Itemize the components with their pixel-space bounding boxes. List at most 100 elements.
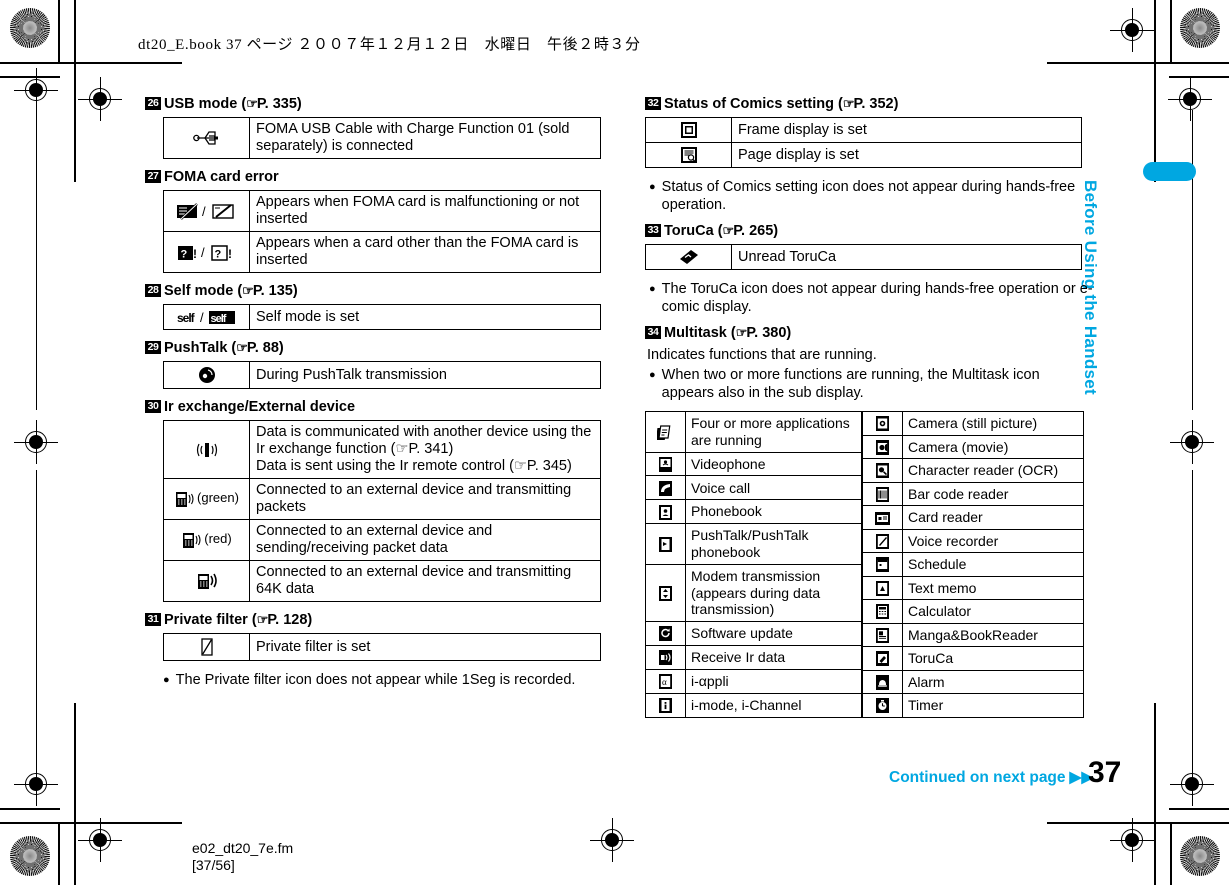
icon-color-label: (green) [197,490,239,506]
note-text: The Private filter icon does not appear … [175,672,576,688]
table-row: Bar code reader [862,481,1084,506]
row-description: Software update [685,621,862,646]
section-heading-private-filter: 31 Private filter (☞P. 128) [145,612,610,628]
external-device-red-icon: (red) [163,519,250,561]
row-description: Modem transmission (appears during data … [685,563,862,623]
row-description: ToruCa [902,646,1084,671]
section-title: Self mode (☞P. 135) [164,283,298,299]
svg-text:/: / [201,245,205,260]
page-display-icon [645,142,732,168]
table-row: Alarm [862,669,1084,694]
hand-pointer-icon: ☞ [246,96,258,111]
camera-still-icon [862,411,903,436]
table-row: Four or more applications are running [645,411,862,453]
videophone-icon [645,451,686,477]
row-description: Timer [902,693,1084,718]
section-badge: 29 [145,341,161,354]
registration-starburst [10,836,50,876]
section-heading-usb-mode: 26 USB mode (☞P. 335) [145,96,610,112]
table-row: Voice call [645,475,862,501]
receive-ir-icon [645,644,686,670]
section-title: Ir exchange/External device [164,399,356,415]
bullet-icon: ● [649,283,656,295]
row-description: PushTalk/PushTalk phonebook [685,523,862,565]
schedule-icon [862,552,903,577]
four-apps-icon [645,411,686,453]
toruca-unread-icon [645,244,732,270]
hand-pointer-icon: ☞ [256,612,269,627]
table-row: Connected to an external device and tran… [163,560,601,602]
phonebook-icon [645,499,686,525]
registration-target [1110,8,1154,52]
section-heading-multitask: 34 Multitask (☞P. 380) [645,325,1090,341]
table-row: α i-αppli [645,668,862,694]
table-row: Unread ToruCa [645,244,1082,270]
row-description: Card reader [902,505,1084,530]
table-comics-setting: Frame display is set Page display is set [645,117,1082,168]
row-description: Manga&BookReader [902,622,1084,647]
page-number: 37 [1088,756,1122,789]
print-slug-header: dt20_E.book 37 ページ ２００７年１２月１２日 水曜日 午後２時３… [138,37,641,53]
section-badge: 30 [145,400,161,413]
svg-text:self: self [177,311,196,325]
table-row: FOMA USB Cable with Charge Function 01 (… [163,117,601,159]
note-text: The ToruCa icon does not appear during h… [661,281,1093,315]
frame-display-icon [645,117,732,143]
section-heading-self-mode: 28 Self mode (☞P. 135) [145,283,610,299]
section-heading-foma-card-error: 27 FOMA card error [145,169,610,185]
registration-starburst [1180,8,1220,48]
row-description: Appears when a card other than the FOMA … [249,231,601,273]
row-description: Camera (movie) [902,434,1084,459]
ir-exchange-icon [163,420,250,479]
foma-card-error-icon: / [163,190,250,232]
registration-target [590,818,634,862]
barcode-icon [862,481,903,506]
table-row: Private filter is set [163,633,601,661]
section-heading-comics-setting: 32 Status of Comics setting (☞P. 352) [645,96,1090,112]
self-mode-icon: self / self [163,304,250,330]
registration-target [78,77,122,121]
icon-color-label: (red) [204,531,232,547]
section-heading-toruca: 33 ToruCa (☞P. 265) [645,223,1090,239]
row-description: Text memo [902,575,1084,600]
table-row: Timer [862,693,1084,718]
registration-target [14,68,58,112]
table-row: Card reader [862,505,1084,530]
note-toruca: ● The ToruCa icon does not appear during… [649,280,1093,316]
table-row: Frame display is set [645,117,1082,143]
table-row: Videophone [645,451,862,477]
section-badge: 31 [145,613,161,626]
table-row: / Appears when FOMA card is malfunctioni… [163,190,601,232]
hand-pointer-icon: ☞ [236,340,248,355]
section-title: Multitask (☞P. 380) [664,325,792,341]
note-text: When two or more functions are running, … [661,367,1040,401]
slug-filename: e02_dt20_7e.fm [192,840,294,856]
table-row: During PushTalk transmission [163,361,601,389]
row-description: Calculator [902,599,1084,624]
table-row: Schedule [862,552,1084,577]
table-row: i-mode, i-Channel [645,692,862,718]
table-multitask-left: Four or more applications are running Vi… [645,411,862,718]
chapter-thumb-tab [1143,162,1196,181]
svg-text:?: ? [214,249,221,261]
registration-target [14,420,58,464]
note-private-filter: ● The Private filter icon does not appea… [163,671,603,689]
section-badge: 33 [645,224,661,237]
section-badge: 26 [145,97,161,110]
registration-starburst [1180,836,1220,876]
note-comics-setting: ● Status of Comics setting icon does not… [649,178,1093,214]
table-row: Calculator [862,599,1084,624]
note-text: Status of Comics setting icon does not a… [661,179,1076,213]
text-memo-icon [862,575,903,600]
table-self-mode: self / self Self mode is set [163,304,601,330]
table-row: (green) Connected to an external device … [163,478,601,520]
table-row: Page display is set [645,142,1082,168]
timer-icon [862,693,903,718]
pushtalk-icon [163,361,250,389]
toruca-icon [862,646,903,671]
usb-icon [163,117,250,159]
continued-label: Continued on next page [889,769,1066,786]
table-toruca: Unread ToruCa [645,244,1082,270]
slug-page-range: [37/56] [192,857,235,873]
row-description: Camera (still picture) [902,411,1084,436]
